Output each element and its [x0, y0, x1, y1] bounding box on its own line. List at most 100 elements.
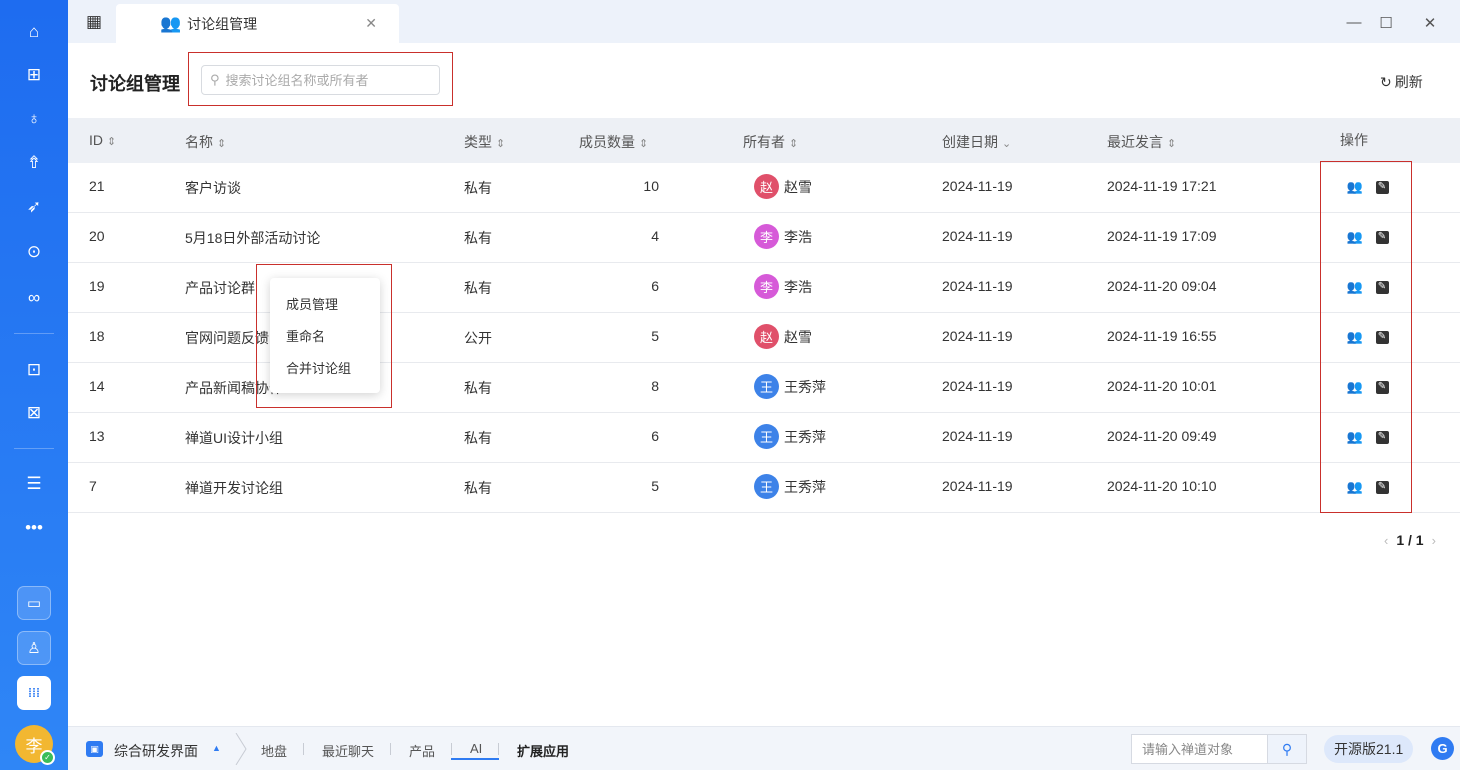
cell-owner: 王 王秀萍 — [754, 474, 826, 499]
refresh-label: 刷新 — [1394, 74, 1423, 90]
table-row[interactable]: 21 客户访谈 私有 10 赵 赵雪 2024-11-19 2024-11-19… — [68, 163, 1460, 213]
cell-members: 5 — [651, 478, 659, 494]
contacts-icon[interactable]: ♙ — [17, 631, 51, 665]
home-icon[interactable]: ⌂ — [0, 12, 68, 52]
rocket-icon[interactable]: ⇮ — [0, 143, 68, 183]
owner-name: 王秀萍 — [784, 378, 826, 395]
owner-avatar: 李 — [754, 274, 779, 299]
cell-name[interactable]: 产品讨论群 — [185, 278, 255, 298]
cell-type: 私有 — [464, 230, 492, 246]
cell-type: 私有 — [464, 280, 492, 296]
sort-icon: ⇕ — [496, 138, 506, 150]
cell-last-message: 2024-11-20 09:04 — [1107, 278, 1217, 294]
owner-avatar: 王 — [754, 474, 779, 499]
cell-type: 私有 — [464, 180, 492, 196]
table-header: ID ⇕ 名称 ⇕ 类型 ⇕ 成员数量 ⇕ 所有者 ⇕ 创建日期 ⌄ 最近发言 ⇕ 操作 — [68, 118, 1460, 163]
nav-divider — [451, 743, 452, 755]
version-badge[interactable]: 开源版21.1 — [1324, 735, 1414, 763]
table-row[interactable]: 20 5月18日外部活动讨论 私有 4 李 李浩 2024-11-19 2024… — [68, 213, 1460, 263]
cell-id: 7 — [89, 478, 97, 494]
cell-id: 21 — [89, 178, 105, 194]
app-menu-grid-icon[interactable]: ▦ — [80, 8, 108, 36]
owner-name: 李浩 — [784, 228, 812, 245]
caret-up-icon[interactable]: ▲ — [212, 743, 221, 753]
sort-desc-icon: ⌄ — [1002, 138, 1012, 150]
search-circle-icon[interactable]: ⊙ — [0, 232, 68, 272]
table-row[interactable]: 13 禅道UI设计小组 私有 6 王 王秀萍 2024-11-19 2024-1… — [68, 413, 1460, 463]
cell-name[interactable]: 禅道UI设计小组 — [185, 428, 283, 448]
cell-name[interactable]: 客户访谈 — [185, 178, 241, 198]
cell-type: 公开 — [464, 330, 492, 346]
cell-last-message: 2024-11-20 10:10 — [1107, 478, 1217, 494]
cell-type: 私有 — [464, 430, 492, 446]
infinity-icon[interactable]: ∞ — [0, 278, 68, 318]
cell-id: 13 — [89, 428, 105, 444]
cell-last-message: 2024-11-19 17:09 — [1107, 228, 1217, 244]
owner-avatar: 赵 — [754, 174, 779, 199]
tab-discussion-group-management[interactable]: 👥 讨论组管理 ✕ — [116, 4, 399, 43]
cell-created: 2024-11-19 — [942, 378, 1013, 394]
nav-recent-chats[interactable]: 最近聊天 — [322, 741, 374, 760]
column-header-created[interactable]: 创建日期 ⌄ — [942, 132, 1011, 152]
app-launcher-icon[interactable]: ⁞⁞⁞ — [17, 676, 51, 710]
chat-icon[interactable]: ▭ — [17, 586, 51, 620]
cell-owner: 李 李浩 — [754, 224, 812, 249]
sort-icon: ⇕ — [217, 138, 227, 150]
window-minimize-button[interactable]: — — [1344, 14, 1364, 31]
tab-close-icon[interactable]: ✕ — [365, 15, 377, 32]
pagination: ‹ 1 / 1 › — [1384, 532, 1436, 548]
nav-dashboard[interactable]: 地盘 — [261, 741, 287, 760]
active-nav-indicator — [451, 758, 499, 760]
page-title: 讨论组管理 — [90, 74, 180, 94]
cell-members: 5 — [651, 328, 659, 344]
refresh-button[interactable]: ↻ 刷新 — [1380, 72, 1423, 92]
prev-page-icon[interactable]: ‹ — [1384, 533, 1388, 548]
sort-icon: ⇕ — [639, 138, 649, 150]
user-avatar[interactable]: 李 ✓ — [15, 725, 55, 765]
stack-icon[interactable]: ☰ — [0, 464, 68, 504]
highlight-box-search — [188, 52, 453, 106]
column-header-name[interactable]: 名称 ⇕ — [185, 132, 226, 152]
cell-members: 4 — [651, 228, 659, 244]
cell-created: 2024-11-19 — [942, 228, 1013, 244]
window-maximize-button[interactable]: ☐ — [1376, 14, 1396, 32]
cell-name[interactable]: 5月18日外部活动讨论 — [185, 228, 320, 248]
cell-created: 2024-11-19 — [942, 328, 1013, 344]
lightbulb-icon[interactable]: ♁ — [0, 99, 68, 139]
cell-type: 私有 — [464, 380, 492, 396]
owner-avatar: 李 — [754, 224, 779, 249]
robot-icon[interactable]: ⊡ — [0, 350, 68, 390]
refresh-icon: ↻ — [1380, 73, 1392, 90]
cell-members: 6 — [651, 428, 659, 444]
running-icon[interactable]: ➶ — [0, 187, 68, 227]
nav-product[interactable]: 产品 — [409, 741, 435, 760]
cell-owner: 赵 赵雪 — [754, 174, 812, 199]
column-header-type[interactable]: 类型 ⇕ — [464, 132, 505, 152]
object-search-input[interactable] — [1142, 741, 1272, 757]
object-search-button[interactable]: ⚲ — [1267, 734, 1307, 764]
group-users-icon: 👥 — [160, 13, 181, 33]
nav-extensions[interactable]: 扩展应用 — [517, 741, 569, 760]
sort-icon: ⇕ — [789, 138, 799, 150]
column-header-owner[interactable]: 所有者 ⇕ — [743, 132, 798, 152]
workspace-switcher[interactable]: 综合研发界面 — [114, 741, 198, 761]
nav-ai[interactable]: AI — [470, 741, 482, 756]
cell-name[interactable]: 禅道开发讨论组 — [185, 478, 283, 498]
rail-divider — [14, 448, 54, 449]
zentao-logo-icon[interactable]: G — [1431, 737, 1454, 760]
apps-grid-icon[interactable]: ⊞ — [0, 55, 68, 95]
column-header-id[interactable]: ID ⇕ — [89, 132, 116, 148]
rail-divider — [14, 333, 54, 334]
cell-created: 2024-11-19 — [942, 278, 1013, 294]
column-header-actions: 操作 — [1340, 132, 1368, 148]
column-header-members[interactable]: 成员数量 ⇕ — [579, 132, 648, 152]
more-icon[interactable]: ••• — [0, 508, 68, 548]
chart-board-icon[interactable]: ⊠ — [0, 393, 68, 433]
sort-icon: ⇕ — [1167, 138, 1177, 150]
window-close-button[interactable]: ✕ — [1420, 14, 1440, 32]
owner-name: 王秀萍 — [784, 478, 826, 495]
table-row[interactable]: 7 禅道开发讨论组 私有 5 王 王秀萍 2024-11-19 2024-11-… — [68, 463, 1460, 513]
column-header-last-message[interactable]: 最近发言 ⇕ — [1107, 132, 1176, 152]
next-page-icon[interactable]: › — [1432, 533, 1436, 548]
online-status-icon: ✓ — [40, 750, 55, 765]
